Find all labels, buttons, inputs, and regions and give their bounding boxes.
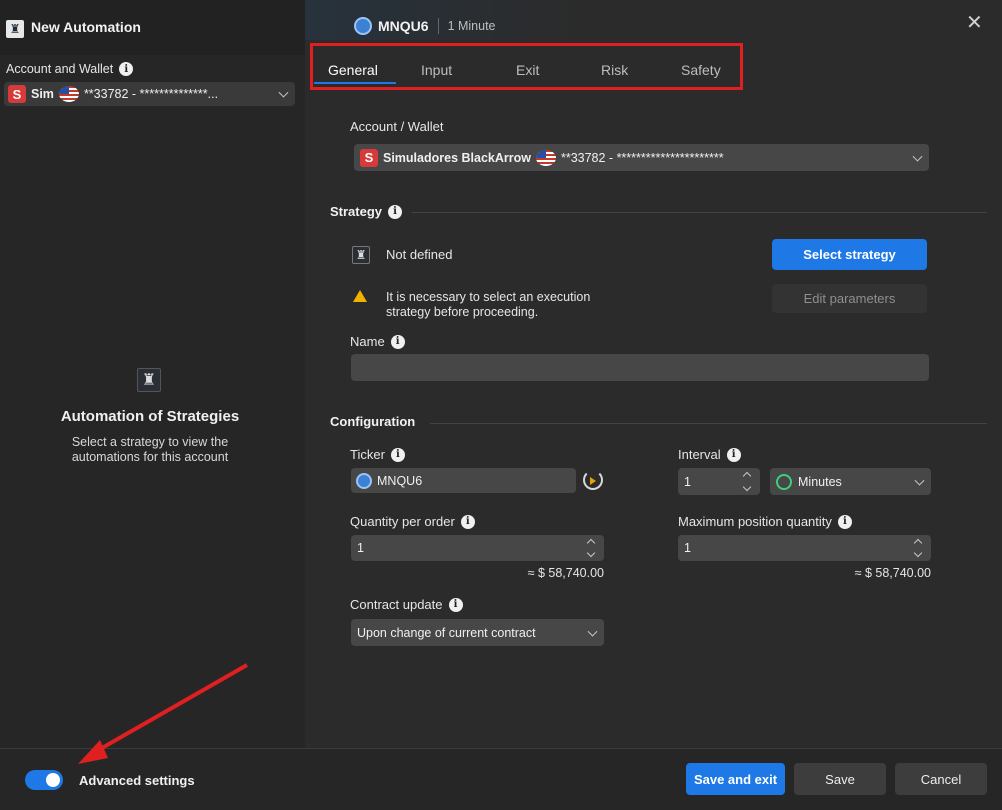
annotation-arrow-head [78,740,108,764]
annotation-arrow [78,663,248,764]
annotation-arrow-shaft [94,663,248,754]
